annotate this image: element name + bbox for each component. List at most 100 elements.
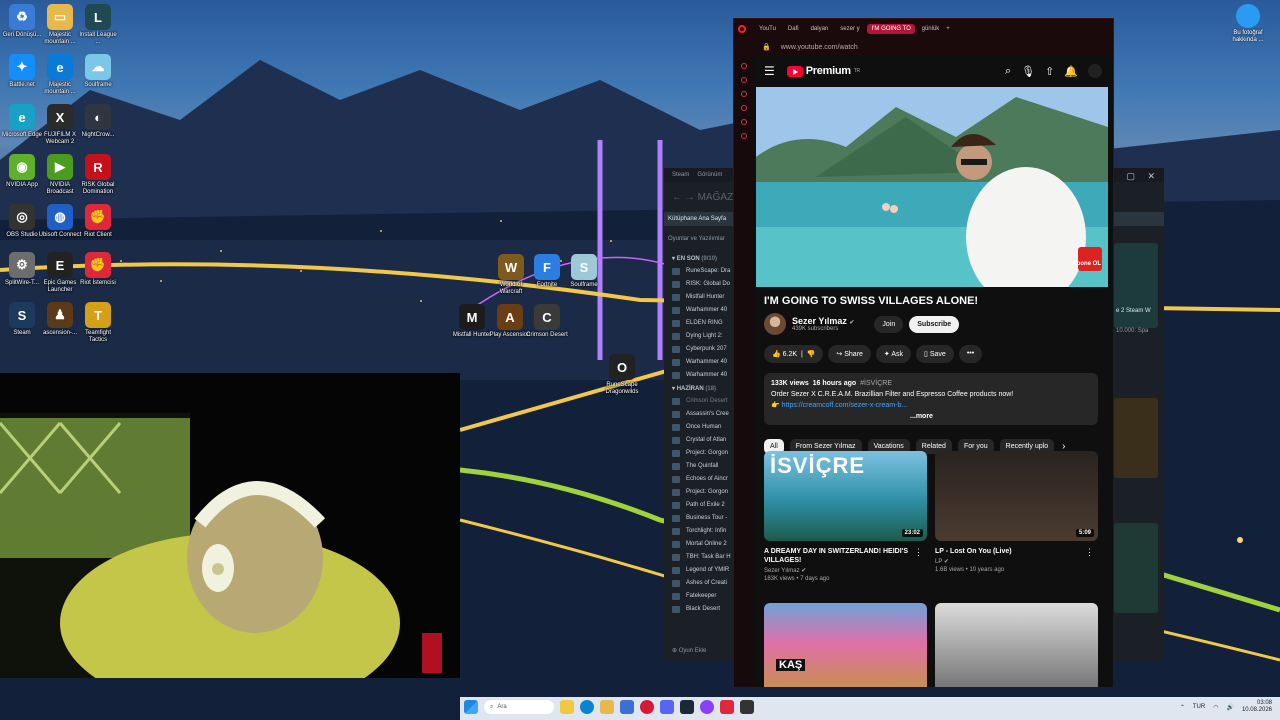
steam-game-item[interactable]: Cyberpunk 207: [664, 343, 734, 356]
microphone-icon[interactable]: 🎙: [1021, 65, 1035, 78]
subscribe-button[interactable]: Subscribe: [909, 315, 960, 333]
steam-game-item[interactable]: Path of Exile 2: [664, 499, 734, 512]
steam-game-item[interactable]: RuneScape: Dra: [664, 265, 734, 278]
chevron-up-icon[interactable]: ⌃: [1180, 704, 1185, 711]
video-thumbnail[interactable]: [935, 603, 1098, 687]
wifi-icon[interactable]: ◠: [1213, 704, 1218, 711]
share-button[interactable]: ↪ Share: [828, 345, 871, 363]
steam-menu-view[interactable]: Görünüm: [697, 172, 722, 178]
opera-icon[interactable]: [640, 700, 654, 714]
folder-icon[interactable]: [600, 700, 614, 714]
video-card-title[interactable]: LP - Lost On You (Live): [935, 547, 1085, 556]
steam-game-item[interactable]: Dying Light 2:: [664, 330, 734, 343]
video-card-channel[interactable]: Sezer Yılmaz ✔: [764, 567, 927, 574]
channel-name[interactable]: Sezer Yılmaz ✔: [792, 316, 854, 326]
video-card-channel[interactable]: LP ✔: [935, 558, 1098, 565]
steam-game-item[interactable]: ELDEN RING: [664, 317, 734, 330]
video-player[interactable]: Abone OL: [756, 87, 1108, 287]
steam-game-item[interactable]: Business Tour -: [664, 512, 734, 525]
volume-icon[interactable]: 🔊: [1226, 704, 1233, 711]
steam-game-item[interactable]: Echoes of Aincr: [664, 473, 734, 486]
desktop-icon[interactable]: R RISK Global Domination: [76, 154, 120, 196]
steam-game-item[interactable]: Warhammer 40: [664, 369, 734, 382]
steam-game-item[interactable]: Mistfall Hunter: [664, 291, 734, 304]
like-button[interactable]: 👍 6.2K | 👎: [764, 345, 824, 363]
youtube-premium-logo[interactable]: Premium TR: [786, 65, 860, 77]
messenger-icon[interactable]: [700, 700, 714, 714]
desktop-icon[interactable]: ✊ Riot Client: [76, 204, 120, 239]
desktop-icon[interactable]: S Soulframe: [562, 254, 606, 289]
browser-tab[interactable]: dalyan: [754, 24, 834, 60]
recommended-video[interactable]: İSVİÇRE 23:02 A DREAMY DAY IN SWITZERLAND!…: [764, 451, 927, 582]
forward-icon[interactable]: →: [685, 192, 695, 203]
file-explorer-icon[interactable]: [560, 700, 574, 714]
steam-game-item[interactable]: Crimson Desert: [664, 395, 734, 408]
steam-game-item[interactable]: Torchlight: Infin: [664, 525, 734, 538]
description-box[interactable]: 133K views 16 hours ago #İSVİÇRE Order S…: [764, 373, 1098, 425]
app-icon[interactable]: [740, 700, 754, 714]
steam-game-item[interactable]: Fatekeeper: [664, 590, 734, 603]
upload-icon[interactable]: ⇧: [1045, 65, 1054, 78]
steam-game-item[interactable]: Black Desert: [664, 603, 734, 616]
steam-menu-steam[interactable]: Steam: [672, 172, 689, 178]
opera-logo-icon[interactable]: [738, 25, 746, 33]
sidebar-icon[interactable]: [741, 91, 747, 97]
desktop-icon[interactable]: ☁ Soulframe: [76, 54, 120, 89]
more-options-icon[interactable]: ⋮: [914, 547, 923, 558]
steam-game-item[interactable]: The Quinfall: [664, 460, 734, 473]
steam-game-item[interactable]: Warhammer 40: [664, 356, 734, 369]
browser-tab[interactable]: günlük: [754, 24, 945, 60]
video-thumbnail[interactable]: İSVİÇRE 23:02: [764, 451, 927, 541]
desktop-icon[interactable]: L Install League ...: [76, 4, 120, 46]
recommended-video[interactable]: [935, 603, 1098, 687]
desktop-icon[interactable]: ✊ Riot İstemcisi: [76, 252, 120, 287]
sidebar-icon[interactable]: [741, 119, 747, 125]
sidebar-icon[interactable]: [741, 63, 747, 69]
clock[interactable]: 03:08 10.08.2026: [1242, 700, 1272, 714]
sidebar-icon[interactable]: [741, 133, 747, 139]
steam-game-item[interactable]: Assassin's Cree: [664, 408, 734, 421]
sidebar-icon[interactable]: [741, 77, 747, 83]
ask-button[interactable]: ✦ Ask: [875, 345, 912, 363]
show-more-link[interactable]: ...more: [910, 411, 933, 422]
shelf-item[interactable]: [1114, 243, 1158, 328]
riot-icon[interactable]: [720, 700, 734, 714]
steam-game-item[interactable]: Project: Gorgon: [664, 447, 734, 460]
desktop-icon[interactable]: O RuneScape Dragonwilds: [600, 354, 644, 396]
back-icon[interactable]: ←: [672, 192, 682, 203]
save-button[interactable]: ▯ Save: [916, 345, 954, 363]
shelf-item[interactable]: [1114, 523, 1158, 613]
steam-game-item[interactable]: Warhammer 40: [664, 304, 734, 317]
steam-game-item[interactable]: RISK: Global Do: [664, 278, 734, 291]
recommended-video[interactable]: 5:09 LP - Lost On You (Live) LP ✔ 1.6B view…: [935, 451, 1098, 573]
more-options-icon[interactable]: ⋮: [1085, 547, 1094, 558]
steam-game-item[interactable]: Crystal of Atlan: [664, 434, 734, 447]
dislike-icon[interactable]: 👎: [807, 351, 816, 358]
desktop-icon[interactable]: T Teamfight Tactics: [76, 302, 120, 344]
browser-tab[interactable]: I'M GOING TO: [754, 24, 915, 60]
edge-icon[interactable]: [580, 700, 594, 714]
video-card-title[interactable]: A DREAMY DAY IN SWITZERLAND! HEIDI'S VIL…: [764, 547, 914, 565]
sidebar-icon[interactable]: [741, 105, 747, 111]
browser-tab[interactable]: YouTu: [754, 24, 781, 60]
steam-game-item[interactable]: Once Human: [664, 421, 734, 434]
address-bar[interactable]: 🔒 www.youtube.com/watch: [734, 39, 1113, 55]
search-box[interactable]: ⌕ Ara: [484, 700, 554, 714]
shelf-item[interactable]: [1114, 398, 1158, 478]
more-actions-button[interactable]: •••: [958, 345, 983, 363]
join-button[interactable]: Join: [874, 315, 904, 333]
bell-icon[interactable]: 🔔: [1064, 65, 1078, 78]
browser-tab[interactable]: Dafi: [754, 24, 804, 60]
steam-window-controls[interactable]: – ▢ ✕: [1109, 171, 1160, 182]
photo-info-icon[interactable]: Bu fotoğraf hakkında ...: [1228, 4, 1268, 44]
video-thumbnail[interactable]: 5:09: [935, 451, 1098, 541]
steam-game-item[interactable]: Ashes of Creati: [664, 577, 734, 590]
language-indicator[interactable]: TUR: [1193, 704, 1205, 710]
desktop-icon[interactable]: C Crimson Desert: [525, 304, 569, 339]
hashtag[interactable]: #İSVİÇRE: [860, 380, 892, 387]
channel-avatar[interactable]: [764, 313, 786, 335]
add-game-button[interactable]: ⊕ Oyun Ekle: [672, 647, 706, 654]
menu-icon[interactable]: ☰: [764, 64, 775, 78]
recommended-video[interactable]: KAŞ: [764, 603, 927, 687]
windows-start-icon[interactable]: [464, 700, 478, 714]
